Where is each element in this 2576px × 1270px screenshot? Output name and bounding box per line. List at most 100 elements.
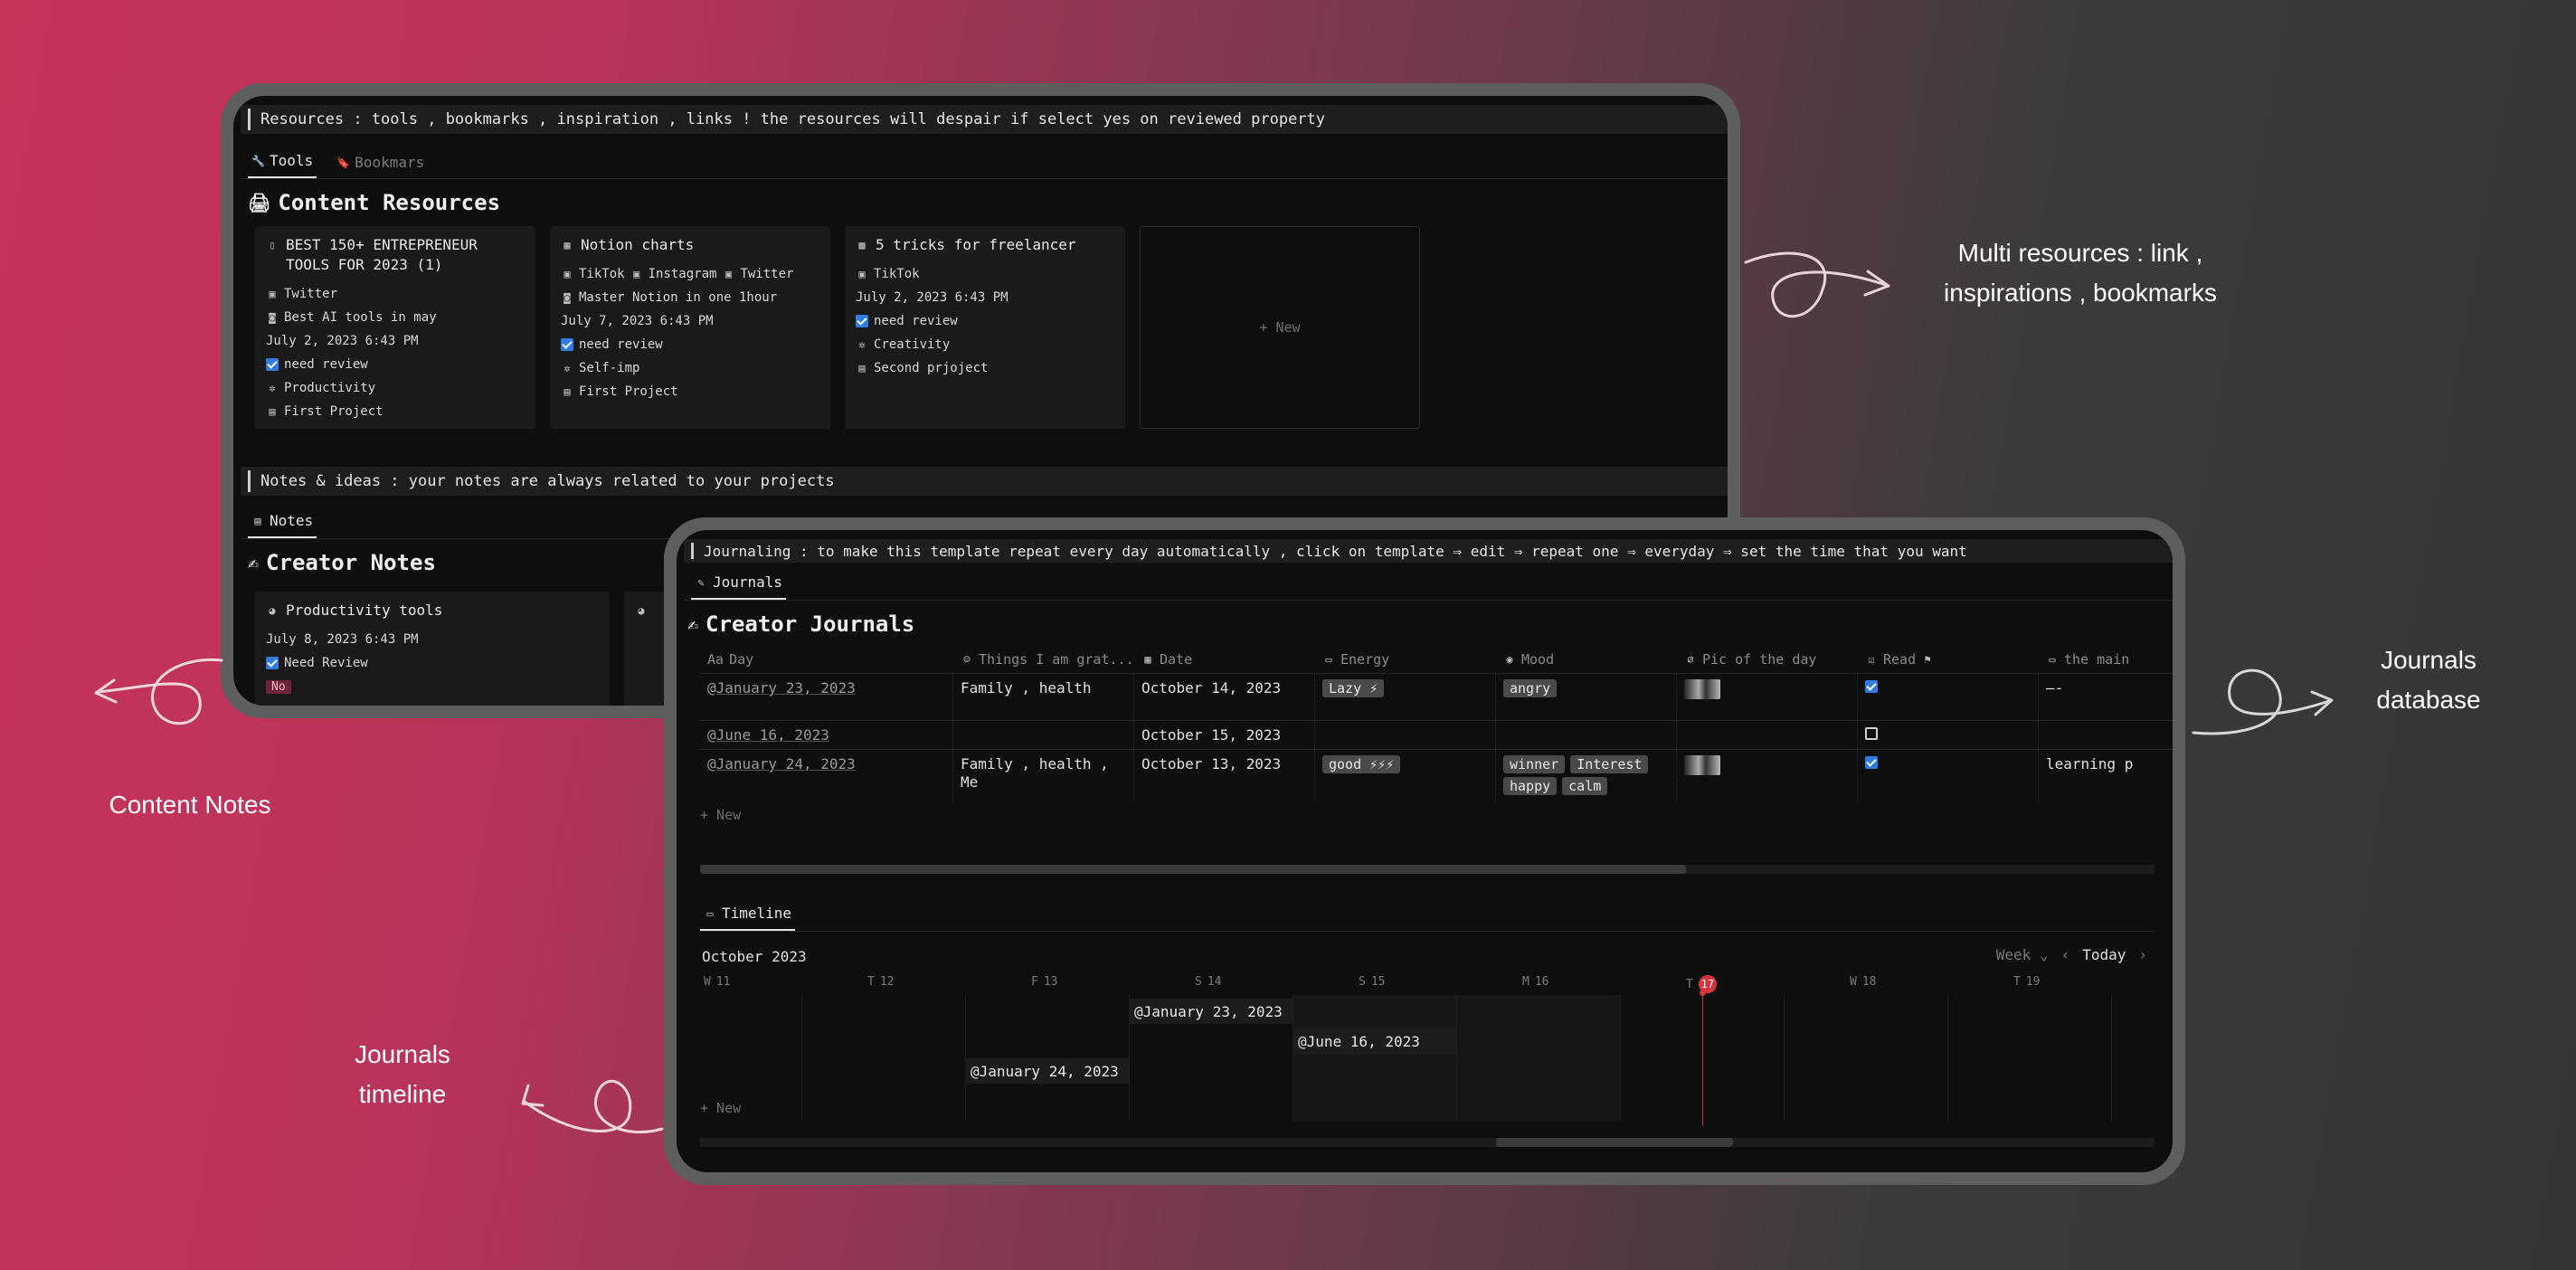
calendar-icon: ▦	[1144, 653, 1151, 666]
journals-device-frame: Journaling : to make this template repea…	[664, 517, 2185, 1185]
timeline-day-label: M 16	[1522, 975, 1549, 989]
timeline-grid: @January 23, 2023 @June 16, 2023 @January …	[700, 990, 2173, 1125]
timeline-day-column	[1947, 995, 2111, 1122]
tab-tools[interactable]: 🔧 Tools	[248, 152, 317, 178]
card-title: BEST 150+ ENTREPRENEUR TOOLS FOR 2023 (1…	[286, 236, 478, 273]
journal-icon: ✍	[687, 613, 699, 635]
today-line	[1702, 991, 1703, 1125]
note-icon: ▤	[254, 514, 261, 527]
col-things[interactable]: ☺ Things I am grat...	[953, 646, 1134, 673]
timeline-item[interactable]: @January 23, 2023	[1129, 999, 1293, 1024]
timeline-day-column	[1456, 995, 1620, 1122]
resource-card-3[interactable]: ▩ 5 tricks for freelancer ▣ TikTok July 2,…	[845, 226, 1125, 429]
pen-icon: ✍	[248, 552, 260, 573]
palette-icon: ◕	[638, 604, 645, 617]
pic-thumbnail[interactable]	[1684, 679, 1720, 699]
timeline-item[interactable]: @January 24, 2023	[965, 1058, 1129, 1084]
resources-tabs: 🔧 Tools 🔖 Bookmars	[241, 139, 1728, 179]
annotation-journals-timeline: Journals timeline	[355, 1040, 450, 1108]
timeline-day-column	[801, 995, 965, 1122]
arrow-multi-resources	[1744, 251, 1890, 318]
text-icon: ▭	[2049, 653, 2056, 666]
timeline-new-button[interactable]: + New	[700, 1100, 741, 1116]
read-checkbox[interactable]	[1865, 727, 1878, 740]
resource-card-2[interactable]: ▦ Notion charts ▣ TikTok ▣ Instagram ▣ Twitt…	[550, 226, 830, 429]
read-checkbox[interactable]	[1865, 756, 1878, 769]
palette-icon: ◕	[269, 604, 276, 617]
read-checkbox[interactable]	[1865, 680, 1878, 693]
project-icon: ▤	[564, 385, 571, 398]
timeline-day-label: W 11	[704, 975, 731, 989]
creator-journals-title: ✍ Creator Journals	[687, 611, 915, 637]
timeline-day-column	[2111, 995, 2173, 1122]
smile-icon: ☺	[963, 653, 971, 666]
table-row[interactable]: @June 16, 2023 October 15, 2023	[700, 720, 2173, 749]
timeline-month: October 2023	[702, 948, 807, 965]
timeline-day-label: T 12	[867, 975, 895, 989]
new-resource-button[interactable]: + New	[1140, 226, 1420, 429]
col-day[interactable]: Aa Day	[700, 646, 953, 673]
page-icon: ▯	[269, 239, 276, 251]
mood-icon: ◉	[1506, 653, 1513, 666]
prev-arrow-icon[interactable]: ‹	[2061, 946, 2070, 963]
col-date[interactable]: ▦ Date	[1134, 646, 1315, 673]
platform-icon: ▣	[724, 268, 733, 280]
timeline-scrollbar-track[interactable]	[700, 1138, 2155, 1147]
tab-journals[interactable]: ✎ Journals	[691, 573, 787, 600]
resources-callout: Resources : tools , bookmarks , inspirat…	[241, 105, 1728, 134]
view-selector[interactable]: Week ⌄	[1996, 946, 2049, 963]
annotation-content-notes: Content Notes	[109, 791, 271, 819]
today-marker	[1700, 990, 1706, 996]
timeline-scrollbar-thumb[interactable]	[1496, 1138, 1733, 1147]
gear-icon: ✲	[564, 362, 571, 374]
tab-timeline[interactable]: ▭ Timeline	[700, 905, 796, 931]
table-scrollbar-thumb[interactable]	[700, 865, 1686, 874]
category-icon: ◙	[269, 311, 276, 324]
gear-icon: ✲	[269, 382, 276, 394]
col-pic[interactable]: ⌀ Pic of the day	[1677, 646, 1858, 673]
printer-icon: 🖨	[248, 192, 271, 213]
col-main[interactable]: ▭ the main	[2039, 646, 2173, 673]
table-row[interactable]: @January 23, 2023 Family , health Octobe…	[700, 673, 2173, 720]
journals-table-header: Aa Day ☺ Things I am grat... ▦ Date ▭ Energy…	[700, 646, 2173, 673]
resource-card-1[interactable]: ▯ BEST 150+ ENTREPRENEUR TOOLS FOR 2023 (…	[255, 226, 535, 429]
check-icon[interactable]	[856, 315, 868, 327]
timeline-day-header: W 11 T 12 F 13 S 14 S 15 M 16 T 17 W 18 T 19	[700, 975, 2173, 993]
journals-callout: Journaling : to make this template repea…	[684, 539, 2173, 563]
timeline-icon: ▭	[706, 906, 714, 920]
platform-icon: ▣	[564, 268, 571, 280]
col-mood[interactable]: ◉ Mood	[1496, 646, 1677, 673]
wrench-icon: 🔧	[251, 154, 265, 167]
tab-notes[interactable]: ▤ Notes	[248, 512, 317, 538]
table-scrollbar-track[interactable]	[700, 865, 2155, 874]
pic-thumbnail[interactable]	[1684, 755, 1720, 775]
today-button[interactable]: Today	[2082, 946, 2126, 963]
flag-icon: ⚑	[1924, 653, 1931, 666]
new-journal-button[interactable]: + New	[700, 807, 741, 823]
timeline-item[interactable]: @June 16, 2023	[1293, 1028, 1456, 1054]
project-icon: ▤	[269, 405, 276, 418]
check-icon[interactable]	[266, 358, 279, 371]
table-row[interactable]: @January 24, 2023 Family , health , Me O…	[700, 749, 2173, 803]
arrow-content-notes	[94, 658, 223, 725]
col-read[interactable]: ☑ Read ⚑	[1858, 646, 2039, 673]
tab-bookmarks[interactable]: 🔖 Bookmars	[333, 154, 428, 178]
journals-screen: Journaling : to make this template repea…	[677, 530, 2173, 1172]
category-icon: ◙	[564, 291, 571, 304]
note-card-1[interactable]: ◕ Productivity tools July 8, 2023 6:43 PM…	[255, 592, 610, 706]
check-icon[interactable]	[561, 338, 573, 351]
timeline-day-column	[1784, 995, 1947, 1122]
col-energy[interactable]: ▭ Energy	[1315, 646, 1496, 673]
arrow-journals-database	[2192, 668, 2334, 735]
check-icon[interactable]	[266, 657, 279, 669]
next-arrow-icon[interactable]: ›	[2138, 946, 2147, 963]
status-badge: No	[266, 679, 291, 694]
timeline-day-column	[1293, 995, 1456, 1122]
timeline-tabs: ▭ Timeline	[700, 896, 2155, 932]
project-icon: ▤	[858, 362, 866, 374]
gear-icon: ✲	[858, 338, 866, 351]
checkbox-icon: ☑	[1868, 653, 1875, 666]
chart-icon: ▦	[564, 239, 571, 251]
content-resources-title: 🖨 Content Resources	[248, 190, 501, 215]
arrow-journals-timeline	[521, 1079, 664, 1134]
